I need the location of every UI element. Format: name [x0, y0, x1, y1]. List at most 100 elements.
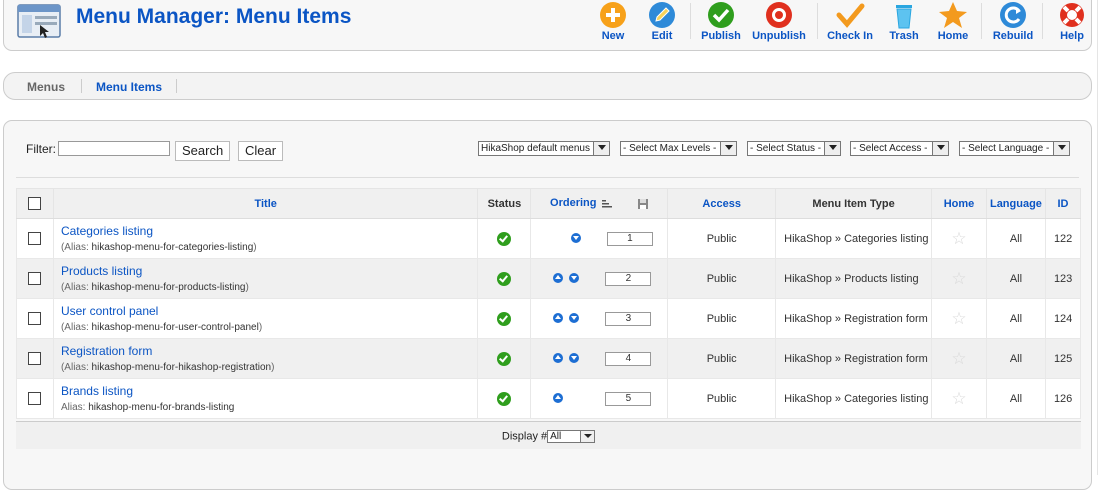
move-up-icon[interactable]	[553, 392, 564, 403]
home-star-icon[interactable]: ☆	[951, 350, 966, 367]
language-select[interactable]: - Select Language -	[959, 141, 1070, 156]
max-levels-select[interactable]: - Select Max Levels -	[620, 141, 737, 156]
language-cell: All	[985, 218, 1046, 259]
title-cell: Categories listing (Alias: hikashop-menu…	[52, 218, 479, 259]
tab-menu-items[interactable]: Menu Items	[96, 80, 162, 94]
column-type[interactable]: Menu Item Type	[775, 188, 932, 219]
save-order-icon[interactable]	[637, 198, 649, 210]
move-down-icon[interactable]	[569, 352, 580, 363]
ordering-cell: 3	[530, 298, 669, 339]
home-star-icon[interactable]: ☆	[951, 230, 966, 247]
column-id[interactable]: ID	[1044, 188, 1082, 219]
item-title-link[interactable]: Categories listing	[61, 224, 476, 238]
select-all-checkbox[interactable]	[28, 197, 42, 210]
item-alias: (Alias: hikashop-menu-for-products-listi…	[60, 282, 249, 293]
published-icon[interactable]	[497, 271, 512, 286]
language-cell: All	[985, 338, 1046, 379]
published-icon[interactable]	[497, 231, 512, 246]
move-down-icon[interactable]	[570, 232, 581, 243]
rebuild-button[interactable]: Rebuild	[984, 1, 1042, 47]
home-button[interactable]: Home	[924, 1, 982, 47]
display-limit-value: All	[550, 431, 562, 442]
move-up-icon[interactable]	[553, 272, 564, 283]
item-title-link[interactable]: User control panel	[61, 304, 476, 318]
move-up-icon[interactable]	[553, 352, 564, 363]
status-select-value: - Select Status -	[750, 143, 822, 154]
order-input[interactable]: 4	[605, 351, 652, 366]
type-cell: HikaShop » Categories listing	[775, 378, 932, 419]
unpublish-button[interactable]: Unpublish	[750, 1, 808, 47]
order-input[interactable]: 5	[605, 391, 652, 406]
display-limit-select[interactable]: All	[547, 430, 596, 443]
row-checkbox[interactable]	[28, 272, 42, 285]
item-title-link[interactable]: Registration form	[61, 344, 476, 358]
item-title-link[interactable]: Brands listing	[61, 384, 476, 398]
column-language[interactable]: Language	[985, 188, 1046, 219]
home-star-icon[interactable]: ☆	[951, 390, 966, 407]
alias-value: hikashop-menu-for-categories-listing	[91, 242, 254, 253]
home-cell: ☆	[931, 298, 987, 339]
table-row: User control panel (Alias: hikashop-menu…	[16, 298, 1082, 339]
checkmark-icon	[836, 3, 865, 28]
filter-input[interactable]	[58, 141, 170, 156]
column-ordering[interactable]: Ordering	[550, 197, 596, 209]
tab-menus[interactable]: Menus	[27, 80, 65, 94]
published-icon[interactable]	[497, 311, 512, 326]
column-home[interactable]: Home	[931, 188, 987, 219]
help-button[interactable]: Help	[1043, 1, 1101, 47]
status-cell	[477, 298, 532, 339]
alias-prefix: Alias:	[64, 242, 89, 253]
language-cell: All	[985, 298, 1046, 339]
id-cell: 125	[1044, 338, 1082, 379]
menu-select[interactable]: HikaShop default menus	[478, 141, 610, 156]
edit-button[interactable]: Edit	[633, 1, 691, 47]
column-status[interactable]: Status	[477, 188, 532, 219]
table-row: Brands listing Alias: hikashop-menu-for-…	[16, 378, 1082, 419]
id-cell: 122	[1044, 218, 1082, 259]
menu-select-value: HikaShop default menus	[481, 143, 590, 154]
home-star-icon[interactable]: ☆	[951, 310, 966, 327]
toolbar-divider	[817, 3, 818, 39]
row-checkbox[interactable]	[28, 352, 42, 365]
access-select[interactable]: - Select Access -	[850, 141, 949, 156]
row-select-cell	[16, 258, 54, 299]
title-cell: Products listing (Alias: hikashop-menu-f…	[52, 258, 479, 299]
home-cell: ☆	[931, 338, 987, 379]
move-down-icon[interactable]	[569, 272, 580, 283]
home-cell: ☆	[931, 258, 987, 299]
check-icon	[708, 2, 734, 28]
row-checkbox[interactable]	[28, 232, 42, 245]
check-in-button[interactable]: Check In	[821, 1, 879, 47]
clear-button[interactable]: Clear	[238, 141, 284, 161]
row-checkbox[interactable]	[28, 392, 42, 405]
help-label: Help	[1060, 30, 1084, 42]
search-button[interactable]: Search	[175, 141, 231, 161]
home-star-icon[interactable]: ☆	[951, 270, 966, 287]
submenu: Menus Menu Items	[3, 72, 1092, 100]
column-title[interactable]: Title	[52, 188, 479, 219]
published-icon[interactable]	[497, 391, 512, 406]
move-down-icon[interactable]	[569, 312, 580, 323]
language-cell: All	[985, 378, 1046, 419]
publish-button[interactable]: Publish	[692, 1, 750, 47]
order-input[interactable]: 1	[606, 231, 653, 246]
status-select[interactable]: - Select Status -	[747, 141, 841, 156]
page-scrollbar[interactable]	[1097, 0, 1103, 475]
table-row: Products listing (Alias: hikashop-menu-f…	[16, 258, 1082, 299]
order-input[interactable]: 2	[605, 271, 652, 286]
home-cell: ☆	[931, 218, 987, 259]
column-access[interactable]: Access	[667, 188, 777, 219]
lifebuoy-icon	[1060, 3, 1084, 27]
home-label: Home	[937, 30, 969, 42]
chevron-down-icon	[720, 142, 736, 155]
display-label: Display #	[501, 430, 548, 443]
item-title-link[interactable]: Products listing	[61, 264, 476, 278]
move-up-icon[interactable]	[553, 312, 564, 323]
access-cell: Public	[667, 298, 777, 339]
published-icon[interactable]	[497, 351, 512, 366]
access-select-value: - Select Access -	[853, 143, 928, 154]
access-cell: Public	[667, 258, 777, 299]
order-input[interactable]: 3	[605, 311, 652, 326]
access-cell: Public	[667, 218, 777, 259]
row-checkbox[interactable]	[28, 312, 42, 325]
